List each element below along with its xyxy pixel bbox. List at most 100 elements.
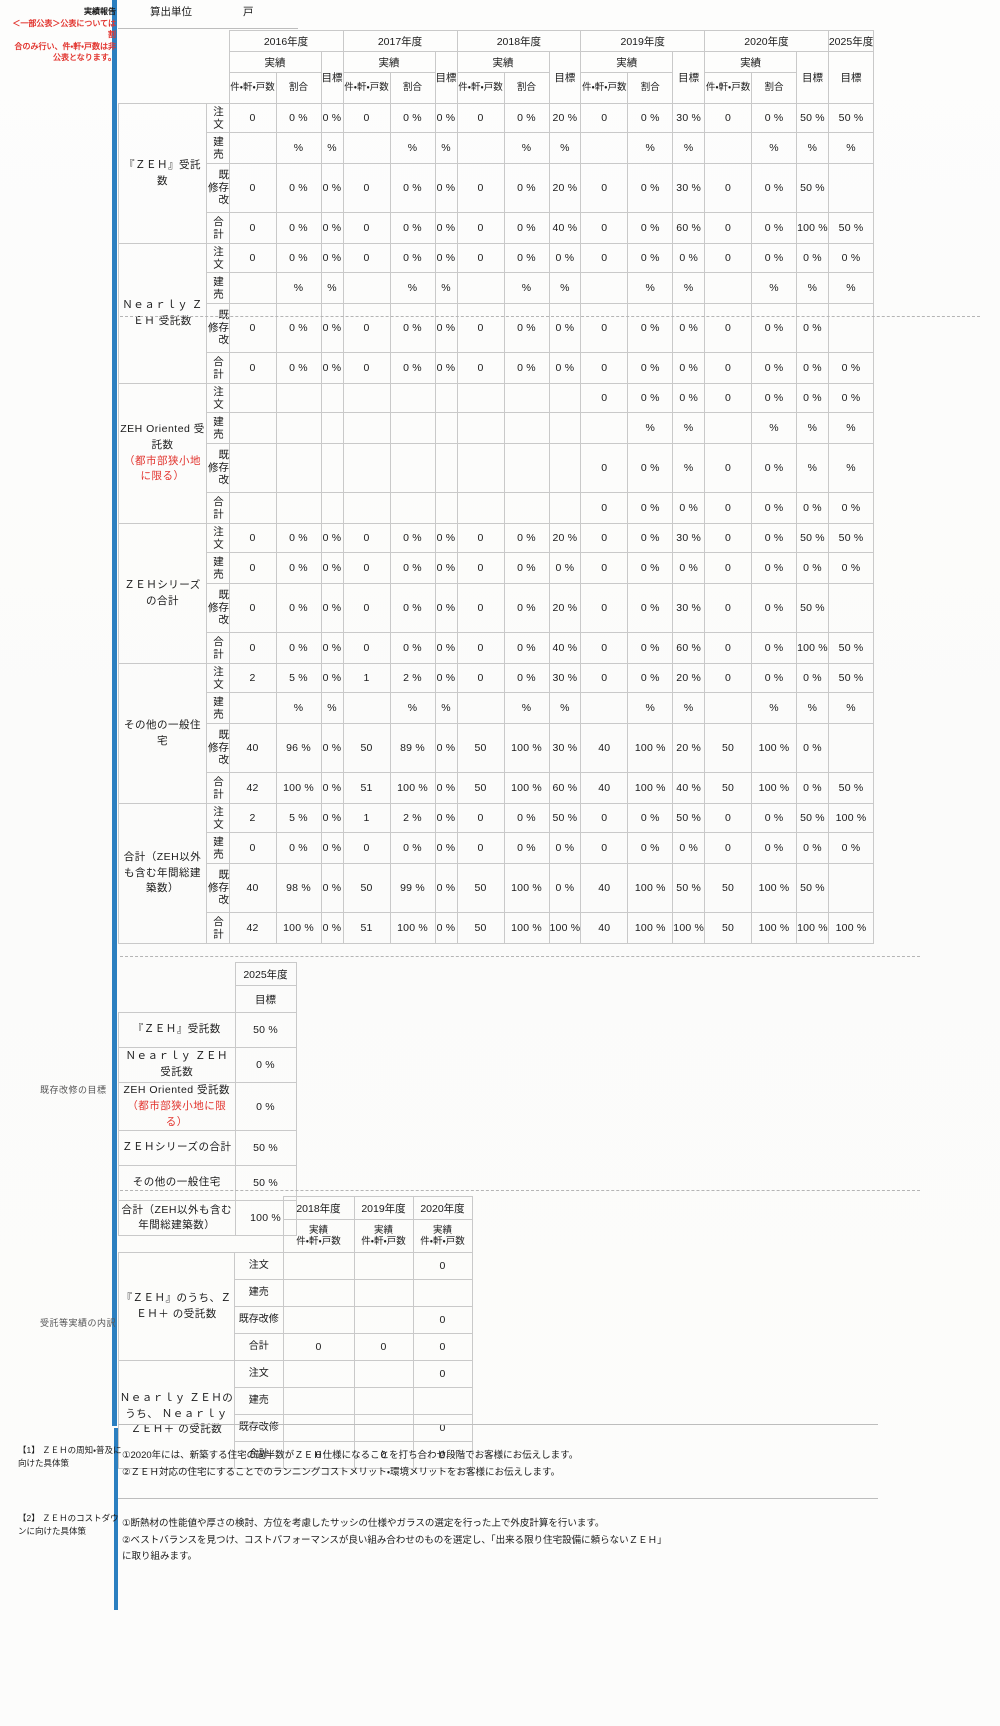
reno-row-label-text: ＺＥＨシリーズの合計	[122, 1141, 232, 1154]
data-cell: 0	[580, 443, 629, 493]
data-cell	[704, 412, 753, 444]
table-row: 合計 0 0 % 0 % 0 0 % 0 % 0 0 % 40 % 0 0 % 60 % 0 0 % 100 …	[119, 632, 875, 664]
data-cell: 0 %	[627, 583, 674, 633]
table-row: ZEH Oriented 受託数 （都市部狭小地に限る） 注文 0 0 % 0 % 0 0 %…	[118, 383, 875, 524]
data-cell: 0 %	[548, 243, 582, 273]
zehplus-sub-row-label: 注文	[234, 1360, 284, 1388]
data-cell: 0 %	[434, 583, 458, 633]
table-row: 合計 42 100 % 0 % 51 100 % 0 % 50 100 % 60 % 40 100 %…	[119, 772, 875, 804]
data-cell: 0	[228, 552, 277, 584]
group-label-text: 『ＺＥＨ』受託数	[124, 158, 201, 187]
footnote-1-line: ①2020年には、新築する住宅の過半数がＺＥＨ仕様になることを打ち合わせ段階でお…	[122, 1450, 579, 1461]
data-cell: 0 %	[320, 912, 344, 944]
data-cell	[580, 412, 629, 444]
data-cell: 0	[342, 243, 391, 273]
reno-head-year: 2025年度	[119, 962, 297, 986]
data-cell	[342, 692, 391, 724]
data-cell: 0 %	[389, 632, 436, 664]
data-cell: 30 %	[672, 523, 706, 553]
data-cell	[282, 1360, 355, 1388]
data-cell	[456, 412, 505, 444]
data-cell: 100 %	[751, 863, 798, 913]
data-cell	[503, 492, 550, 524]
data-cell: 0 %	[434, 163, 458, 213]
data-cell: 100 %	[627, 863, 674, 913]
sub-row-label-text: 建売	[212, 415, 224, 441]
data-cell: %	[672, 692, 706, 724]
reno-target-value: 0 %	[234, 1081, 297, 1132]
data-cell: 50 %	[827, 103, 875, 133]
zehplus-year-header: 2018年度	[282, 1196, 355, 1220]
data-cell: 0	[456, 583, 505, 633]
data-cell: 0 %	[627, 212, 674, 244]
data-cell: 0 %	[672, 832, 706, 864]
zehplus-head-years: 2018年度 2019年度 2020年度	[119, 1196, 473, 1220]
data-cell	[282, 1252, 355, 1280]
data-cell: 40	[580, 863, 629, 913]
data-cell: 0	[580, 383, 629, 413]
data-cell: 0	[412, 1360, 473, 1388]
group-label: 合計（ZEH以外も含む年間総建築数）	[118, 803, 207, 944]
data-cell: 0	[342, 552, 391, 584]
data-cell	[434, 412, 458, 444]
zehplus-count-label: 件・軒・戸数	[296, 1236, 341, 1247]
data-cell: 0 %	[275, 523, 322, 553]
data-cell: 0 %	[548, 352, 582, 384]
data-cell	[548, 412, 582, 444]
sub-row-label: 注文	[206, 803, 230, 833]
data-cell: 0 %	[275, 632, 322, 664]
public-disclosure-note: 実績報告 ＜一部公表＞公表については割 合のみ行い、件・軒・戸数は非 公表となり…	[8, 6, 116, 64]
data-cell: 0 %	[275, 832, 322, 864]
data-cell: 100 %	[627, 723, 674, 773]
ratio-col-header: 割合	[389, 72, 436, 104]
sub-row-label-text: 合計	[212, 775, 224, 801]
sub-row-label-text: 建売	[212, 695, 224, 721]
data-cell	[456, 692, 505, 724]
table-row: 建売%%%%%%%%%%%	[119, 272, 875, 304]
data-cell: 30 %	[672, 163, 706, 213]
data-cell	[412, 1387, 473, 1415]
note-line-4: 公表となります。	[53, 53, 116, 63]
section-label-reno: 既存改修の目標	[40, 1085, 107, 1095]
unit-label: 算出単位	[150, 6, 192, 18]
data-cell: 0	[342, 583, 391, 633]
data-cell: 50	[704, 912, 753, 944]
target-header: 目標	[320, 51, 344, 104]
data-cell: 0 %	[627, 803, 674, 833]
note-line-3: 合のみ行い、件・軒・戸数は非	[14, 41, 116, 51]
sub-row-label-text: 注文	[212, 525, 224, 551]
data-cell: 42	[228, 912, 277, 944]
data-cell: 0	[704, 552, 753, 584]
sub-row-label: 注文	[206, 523, 230, 553]
footnote-2-line: ①断熱材の性能値や厚さの検討、方位を考慮したサッシの仕様やガラスの選定を行った上…	[122, 1518, 605, 1529]
actual-header: 実績	[228, 51, 322, 73]
zeh-report-page: 実績報告 ＜一部公表＞公表については割 合のみ行い、件・軒・戸数は非 公表となり…	[0, 0, 1000, 1726]
sub-row-label: 建売	[206, 272, 230, 304]
data-cell: 0	[704, 523, 753, 553]
year-header: 2017年度	[342, 30, 458, 52]
footnote-2-line: ②ベストバランスを見つけ、コストパフォーマンスが良い組み合わせのものを選定し、「…	[122, 1534, 667, 1546]
data-cell: 50 %	[827, 212, 875, 244]
group-label-text: Ｎｅａｒｌｙ ＺＥＨ 受託数	[122, 298, 203, 327]
data-cell: 0 %	[434, 863, 458, 913]
target-header: 目標	[796, 51, 829, 104]
data-cell: 0 %	[503, 243, 550, 273]
data-cell	[342, 443, 391, 493]
data-cell: 50 %	[672, 863, 706, 913]
table-row: 建売 0 0 % 0 % 0 0 % 0 % 0 0 % 0 % 0 0 % 0 % 0 0 % 0 % 0 %	[119, 832, 875, 864]
data-cell: 0	[580, 212, 629, 244]
table-row: 既存改修 0 0 % 0 % 0 0 % 0 % 0 0 % 20 % 0 0 % 30 % 0 0 % 50…	[119, 583, 875, 633]
data-cell: 100 %	[751, 723, 798, 773]
data-cell: 0 %	[751, 832, 798, 864]
data-cell	[389, 492, 436, 524]
data-cell: 0	[580, 663, 629, 693]
data-cell: 0	[456, 212, 505, 244]
reno-year-header: 2025年度	[234, 962, 297, 986]
data-cell: 0	[456, 832, 505, 864]
data-cell: 0 %	[796, 552, 829, 584]
sub-row-label: 建売	[206, 832, 230, 864]
data-cell: 60 %	[548, 772, 582, 804]
data-cell: 0 %	[548, 863, 582, 913]
reno-target-value: 50 %	[234, 1012, 297, 1048]
data-cell: 0 %	[796, 352, 829, 384]
